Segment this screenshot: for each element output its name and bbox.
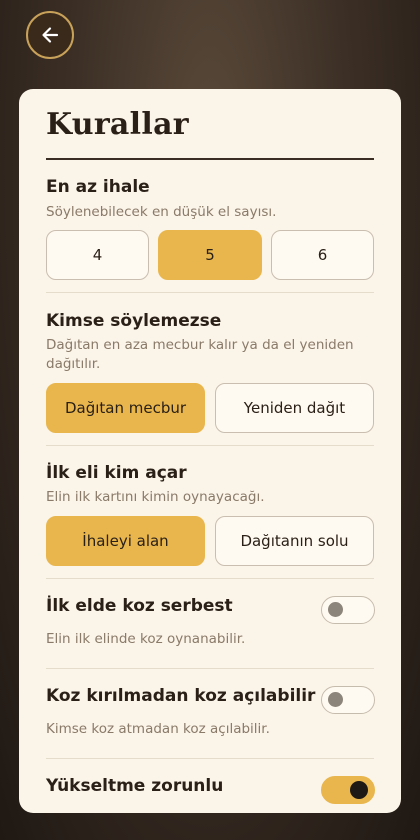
min-bid-option-6[interactable]: 6 [271, 230, 374, 280]
divider [46, 292, 374, 293]
divider [46, 758, 374, 759]
arrow-left-icon [42, 27, 59, 43]
toggle-knob [350, 780, 368, 799]
min-bid-option-5[interactable]: 5 [158, 230, 262, 280]
toggle-knob [328, 602, 343, 617]
min-bid-heading: En az ihale [46, 177, 150, 197]
must-overtake-heading: Yükseltme zorunlu [46, 776, 224, 796]
bid-winner-button[interactable]: İhaleyi alan [46, 516, 205, 566]
divider [46, 445, 374, 446]
trump-unbroken-description: Kimse koz atmadan koz açılabilir. [46, 721, 270, 737]
trump-unbroken-heading: Koz kırılmadan koz açılabilir [46, 686, 316, 706]
dealer-forced-button[interactable]: Dağıtan mecbur [46, 383, 205, 433]
min-bid-description: Söylenebilecek en düşük el sayısı. [46, 204, 277, 220]
min-bid-option-4[interactable]: 4 [46, 230, 149, 280]
first-lead-heading: İlk eli kim açar [46, 463, 187, 483]
first-lead-description: Elin ilk kartını kimin oynayacağı. [46, 489, 265, 505]
page-title: Kurallar [46, 107, 189, 142]
rules-card: Kurallar En az ihale Söylenebilecek en d… [19, 89, 401, 813]
must-overtake-toggle[interactable] [321, 776, 375, 804]
divider [46, 668, 374, 669]
toggle-knob [328, 692, 343, 707]
trump-first-trick-heading: İlk elde koz serbest [46, 596, 233, 616]
trump-first-trick-toggle[interactable] [321, 596, 375, 624]
title-divider [46, 158, 374, 160]
trump-first-trick-description: Elin ilk elinde koz oynanabilir. [46, 631, 246, 647]
nobody-bids-description: Dağıtan en aza mecbur kalır ya da el yen… [46, 337, 354, 372]
nobody-bids-heading: Kimse söylemezse [46, 311, 222, 331]
divider [46, 578, 374, 579]
back-button[interactable] [26, 11, 74, 59]
trump-unbroken-toggle[interactable] [321, 686, 375, 714]
dealer-left-button[interactable]: Dağıtanın solu [215, 516, 374, 566]
redeal-button[interactable]: Yeniden dağıt [215, 383, 374, 433]
